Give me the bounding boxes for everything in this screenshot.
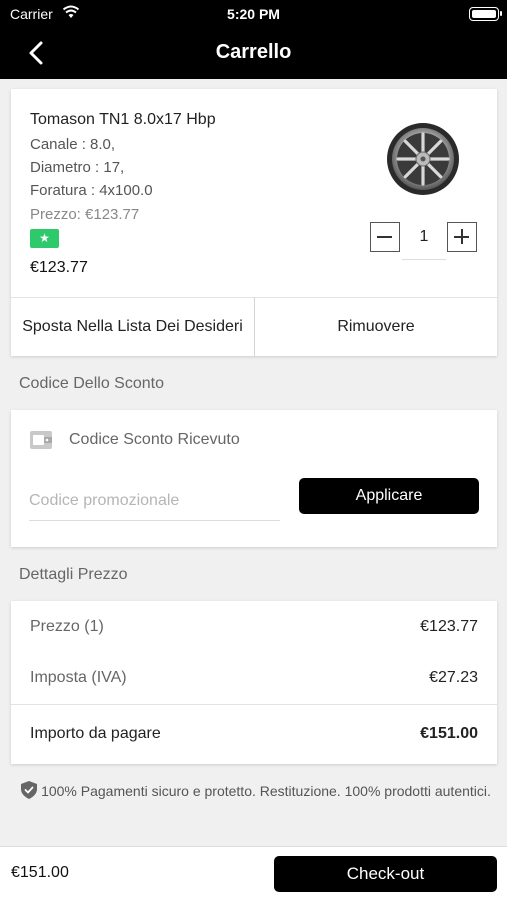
price-details-card: Prezzo (1) €123.77 Imposta (IVA) €27.23 …: [11, 601, 497, 764]
checkout-button[interactable]: Check-out: [274, 856, 497, 892]
tax-row-label: Imposta (IVA): [30, 669, 127, 686]
wallet-icon: [30, 431, 52, 449]
amount-due-label: Importo da pagare: [30, 725, 161, 742]
price-row-label: Prezzo (1): [30, 618, 104, 635]
promo-code-input[interactable]: [29, 482, 280, 521]
discount-section-title: Codice Dello Sconto: [19, 375, 164, 392]
product-price-label: Prezzo: €123.77: [30, 206, 140, 223]
price-row: Prezzo (1) €123.77: [11, 618, 497, 668]
product-spec-width: Canale : 8.0,: [30, 136, 116, 153]
amount-due-value: €151.00: [420, 725, 478, 742]
product-final-price: €123.77: [30, 259, 88, 276]
quantity-underline: [402, 259, 446, 260]
clock: 5:20 PM: [227, 6, 280, 22]
page-title: Carrello: [215, 41, 292, 63]
secure-payment-note: 100% Pagamenti sicuro e protetto. Restit…: [15, 777, 497, 806]
price-details-section-title: Dettagli Prezzo: [19, 566, 128, 583]
product-spec-bolt-pattern: Foratura : 4x100.0: [30, 182, 153, 199]
status-bar: Carrier 5:20 PM: [0, 0, 507, 28]
secure-payment-text: 100% Pagamenti sicuro e protetto. Restit…: [41, 783, 491, 799]
apply-promo-button[interactable]: Applicare: [299, 478, 479, 514]
cart-total: €151.00: [11, 864, 69, 881]
discount-received-label[interactable]: Codice Sconto Ricevuto: [69, 431, 240, 449]
remove-item-button[interactable]: Rimuovere: [255, 297, 497, 356]
shield-check-icon: [21, 781, 38, 799]
checkout-bar: €151.00 Check-out: [0, 846, 507, 900]
star-badge: ★: [30, 229, 59, 248]
discount-card: Codice Sconto Ricevuto Applicare: [11, 410, 497, 547]
tax-row-value: €27.23: [429, 669, 478, 686]
quantity-value: 1: [419, 228, 429, 245]
quantity-decrease-button[interactable]: [370, 222, 400, 252]
alloy-wheel-image[interactable]: [385, 121, 461, 197]
battery-icon: [469, 7, 502, 21]
price-row-value: €123.77: [420, 618, 478, 635]
quantity-increase-button[interactable]: [447, 222, 477, 252]
price-divider: [11, 704, 497, 705]
tax-row: Imposta (IVA) €27.23: [11, 669, 497, 719]
product-spec-diameter: Diametro : 17,: [30, 159, 125, 176]
cart-item-card: Tomason TN1 8.0x17 Hbp Canale : 8.0, Dia…: [11, 89, 497, 356]
product-name[interactable]: Tomason TN1 8.0x17 Hbp: [30, 111, 216, 129]
nav-bar: Carrello: [0, 28, 507, 79]
move-to-wishlist-button[interactable]: Sposta Nella Lista Dei Desideri: [11, 297, 254, 356]
amount-due-row: Importo da pagare €151.00: [11, 725, 497, 775]
